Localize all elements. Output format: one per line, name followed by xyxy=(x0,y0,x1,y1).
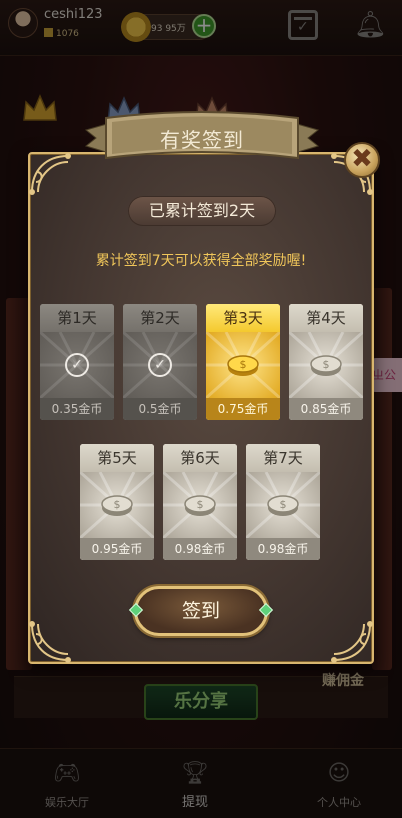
day-body: ✓ xyxy=(123,330,197,400)
day-body: $ xyxy=(246,470,320,540)
corner-ornament xyxy=(28,152,74,198)
day-reward: 0.85金币 xyxy=(289,398,363,420)
day-reward: 0.98金币 xyxy=(163,538,237,560)
day-label: 第7天 xyxy=(246,444,320,472)
check-icon: ✓ xyxy=(65,353,89,377)
dialog-title: 有奖签到 xyxy=(160,128,244,152)
day-body: $ xyxy=(80,470,154,540)
close-button[interactable]: ✖ xyxy=(344,142,380,178)
hint-text: 累计签到7天可以获得全部奖励喔! xyxy=(95,253,307,269)
day-body: $ xyxy=(206,330,280,400)
checkin-button-label: 签到 xyxy=(181,600,220,622)
day-card-5: 第5天 $ 0.95金币 xyxy=(80,444,154,560)
day-label: 第1天 xyxy=(40,304,114,332)
coin-icon: $ xyxy=(183,492,217,518)
corner-ornament xyxy=(328,618,374,664)
coin-icon: $ xyxy=(100,492,134,518)
svg-text:$: $ xyxy=(280,498,287,511)
day-reward: 0.75金币 xyxy=(206,398,280,420)
day-reward: 0.95金币 xyxy=(80,538,154,560)
svg-text:$: $ xyxy=(240,358,247,371)
day-card-2: 第2天 ✓ 0.5金币 xyxy=(123,304,197,420)
day-body: $ xyxy=(289,330,363,400)
day-card-6: 第6天 $ 0.98金币 xyxy=(163,444,237,560)
day-card-7: 第7天 $ 0.98金币 xyxy=(246,444,320,560)
day-reward: 0.98金币 xyxy=(246,538,320,560)
day-label: 第4天 xyxy=(289,304,363,332)
day-body: $ xyxy=(163,470,237,540)
coin-icon: $ xyxy=(266,492,300,518)
day-reward: 0.5金币 xyxy=(123,398,197,420)
day-label: 第3天 xyxy=(206,304,280,332)
checkin-button[interactable]: 签到 xyxy=(128,586,274,636)
day-card-1: 第1天 ✓ 0.35金币 xyxy=(40,304,114,420)
corner-ornament xyxy=(28,618,74,664)
streak-count: 已累计签到2天 xyxy=(128,196,276,226)
day-reward: 0.35金币 xyxy=(40,398,114,420)
day-label: 第5天 xyxy=(80,444,154,472)
svg-text:$: $ xyxy=(197,498,204,511)
day-body: ✓ xyxy=(40,330,114,400)
day-label: 第6天 xyxy=(163,444,237,472)
svg-text:$: $ xyxy=(323,358,330,371)
day-card-3[interactable]: 第3天 $ 0.75金币 xyxy=(206,304,280,420)
coin-icon: $ xyxy=(309,352,343,378)
check-icon: ✓ xyxy=(148,353,172,377)
title-banner: 有奖签到 xyxy=(84,108,320,174)
coin-icon: $ xyxy=(226,352,260,378)
day-card-4: 第4天 $ 0.85金币 xyxy=(289,304,363,420)
day-label: 第2天 xyxy=(123,304,197,332)
svg-text:$: $ xyxy=(114,498,121,511)
